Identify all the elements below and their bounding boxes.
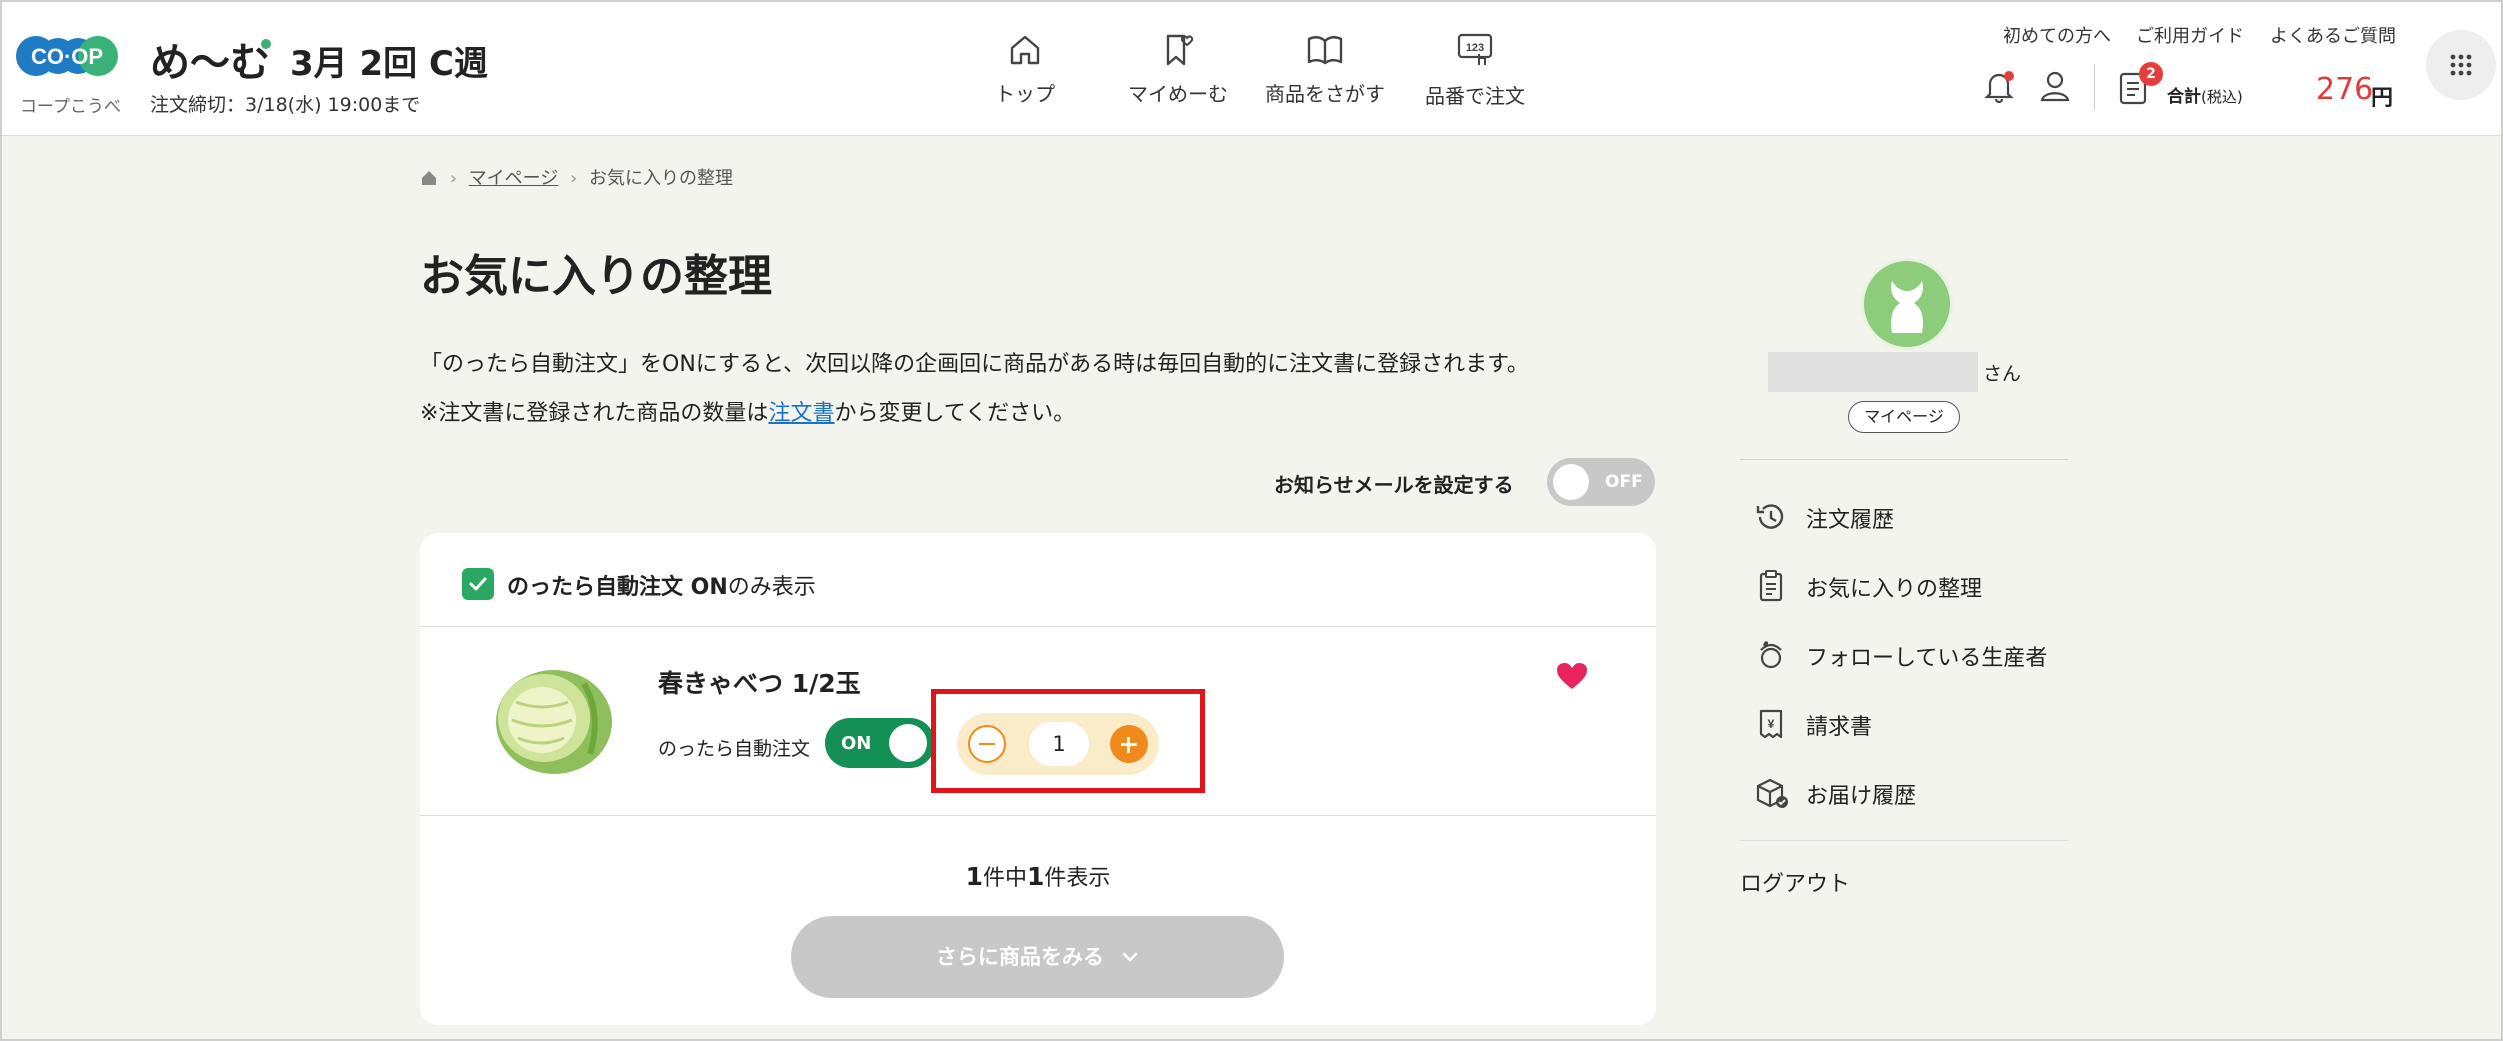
nav-my-memu[interactable]: マイめーむ bbox=[1118, 32, 1238, 107]
toggle-knob bbox=[889, 724, 927, 762]
product-name[interactable]: 春きゃべつ 1/2玉 bbox=[658, 664, 861, 700]
bookmark-heart-icon bbox=[1166, 34, 1194, 66]
show-more-button[interactable]: さらに商品をみる bbox=[791, 916, 1284, 998]
home-icon bbox=[1010, 35, 1040, 65]
total-label: 合計(税込) bbox=[2167, 82, 2243, 107]
checkmark-icon bbox=[469, 577, 487, 591]
number-touch-icon: 123 bbox=[1457, 33, 1493, 65]
nav-order-by-number[interactable]: 123 品番で注文 bbox=[1420, 32, 1530, 109]
logout-link[interactable]: ログアウト bbox=[1740, 866, 1850, 898]
total-amount: 276 bbox=[2316, 72, 2374, 107]
svg-text:CO·OP: CO·OP bbox=[31, 44, 103, 69]
history-icon bbox=[1756, 504, 1784, 529]
nav-top[interactable]: トップ bbox=[987, 32, 1063, 107]
description-auto-order: 「のったら自動注文」をONにすると、次回以降の企画回に商品がある時は毎回自動的に… bbox=[420, 352, 1529, 377]
user-icon[interactable] bbox=[2038, 68, 2072, 104]
chevron-down-icon bbox=[1122, 952, 1138, 962]
description-quantity-note: ※注文書に登録された商品の数量は注文書から変更してください。 bbox=[420, 395, 1075, 427]
home-icon[interactable] bbox=[420, 169, 438, 187]
divider bbox=[1740, 840, 2068, 841]
divider bbox=[420, 815, 1656, 816]
sidebar-item-label: 請求書 bbox=[1806, 715, 1873, 740]
breadcrumb-mypage-link[interactable]: マイページ bbox=[469, 168, 559, 189]
avatar[interactable] bbox=[1861, 258, 1953, 350]
nav-search-products-label: 商品をさがす bbox=[1265, 82, 1385, 106]
show-more-label: さらに商品をみる bbox=[935, 945, 1104, 969]
desc2-suffix: から変更してください。 bbox=[834, 401, 1076, 426]
page-title: お気に入りの整理 bbox=[420, 251, 772, 302]
avatar-icon bbox=[1891, 281, 1923, 333]
order-deadline: 注文締切：3/18(水) 19:00まで bbox=[150, 94, 421, 116]
sidebar-item-label: 注文履歴 bbox=[1806, 508, 1895, 533]
brand-name[interactable]: め〜む bbox=[150, 30, 270, 88]
user-honorific: さん bbox=[1983, 363, 2022, 385]
auto-order-label: のったら自動注文 bbox=[658, 738, 811, 760]
breadcrumb-separator-icon: › bbox=[449, 168, 457, 189]
count-suffix: 件表示 bbox=[1044, 866, 1111, 891]
highlight-box bbox=[931, 689, 1205, 793]
order-sheet-link[interactable]: 注文書 bbox=[768, 401, 834, 426]
svg-text:123: 123 bbox=[1466, 42, 1484, 54]
user-name-masked bbox=[1768, 352, 1978, 392]
product-image-cabbage[interactable] bbox=[486, 662, 616, 778]
link-faq[interactable]: よくあるご質問 bbox=[2270, 22, 2396, 48]
site-header: CO·OP コープこうべ め〜む 3月 2回 C週 注文締切：3/18(水) 1… bbox=[2, 2, 2501, 136]
auto-order-toggle[interactable]: ON bbox=[825, 718, 935, 768]
sidebar-item-label: お気に入りの整理 bbox=[1806, 577, 1983, 602]
desc2-prefix: ※注文書に登録された商品の数量は bbox=[420, 401, 769, 426]
grid-menu-icon bbox=[2450, 54, 2472, 76]
header-divider bbox=[2094, 64, 2095, 110]
mypage-button[interactable]: マイページ bbox=[1848, 401, 1960, 433]
order-week: 3月 2回 C週 bbox=[290, 44, 488, 84]
notify-mail-label: お知らせメールを設定する bbox=[1274, 473, 1514, 497]
auto-order-filter-label: のったら自動注文 ONのみ表示 bbox=[507, 569, 816, 601]
clipboard-list-icon bbox=[1759, 570, 1783, 602]
count-total: 1 bbox=[965, 862, 983, 891]
nav-order-by-number-label: 品番で注文 bbox=[1425, 84, 1525, 108]
breadcrumb-separator-icon: › bbox=[570, 168, 578, 189]
bell-icon[interactable] bbox=[1982, 68, 2016, 104]
count-shown: 1 bbox=[1027, 862, 1045, 891]
count-mid: 件中 bbox=[982, 866, 1027, 891]
app-menu-button[interactable] bbox=[2426, 30, 2496, 100]
auto-order-toggle-state: ON bbox=[841, 733, 872, 754]
svg-text:¥: ¥ bbox=[1768, 717, 1775, 731]
logo-subtitle: コープこうべ bbox=[20, 97, 121, 117]
notify-mail-toggle[interactable]: OFF bbox=[1547, 458, 1655, 506]
cart-count-badge: 2 bbox=[2139, 62, 2163, 86]
book-icon bbox=[1307, 36, 1343, 65]
coop-logo[interactable]: CO·OP bbox=[16, 26, 118, 86]
producer-icon bbox=[1760, 641, 1782, 669]
nav-top-label: トップ bbox=[995, 82, 1055, 106]
breadcrumb: › マイページ › お気に入りの整理 bbox=[420, 164, 733, 190]
nav-search-products[interactable]: 商品をさがす bbox=[1260, 32, 1390, 107]
delivery-box-icon bbox=[1756, 778, 1788, 808]
breadcrumb-current: お気に入りの整理 bbox=[588, 168, 733, 189]
invoice-icon: ¥ bbox=[1759, 709, 1783, 739]
auto-order-filter-checkbox[interactable] bbox=[462, 568, 494, 600]
brand-dot-icon bbox=[261, 39, 271, 49]
divider bbox=[420, 626, 1656, 627]
filter-label-rest: のみ表示 bbox=[727, 575, 816, 600]
filter-label-bold: のったら自動注文 ON bbox=[507, 575, 728, 600]
sidebar-item-label: フォローしている生産者 bbox=[1806, 646, 2048, 671]
toggle-knob bbox=[1553, 464, 1589, 500]
total-unit: 円 bbox=[2371, 86, 2394, 111]
total-label-text: 合計 bbox=[2167, 87, 2201, 107]
notify-toggle-state: OFF bbox=[1605, 472, 1643, 492]
total-tax-note: (税込) bbox=[2201, 88, 2243, 106]
sidebar-item-label: お届け履歴 bbox=[1806, 784, 1917, 809]
nav-my-memu-label: マイめーむ bbox=[1128, 82, 1228, 106]
link-first-time[interactable]: 初めての方へ bbox=[2003, 22, 2111, 48]
link-user-guide[interactable]: ご利用ガイド bbox=[2136, 22, 2244, 48]
divider bbox=[1740, 459, 2068, 460]
favorite-heart-icon[interactable] bbox=[1556, 662, 1588, 690]
